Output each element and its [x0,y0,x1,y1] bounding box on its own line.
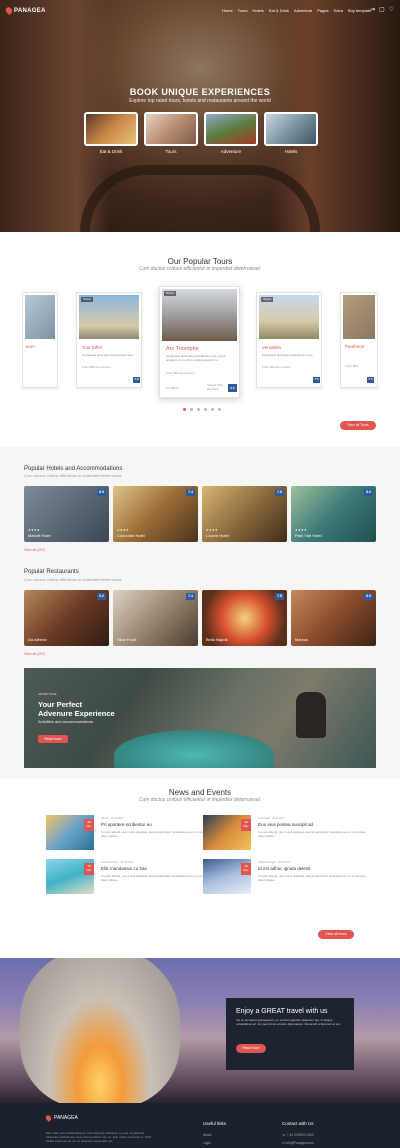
tour-card-featured[interactable]: Historic Arc Triomphe Id placerat tacima… [159,286,240,398]
news-item[interactable]: 28 Dec Admin · 20.11.2017 Pri oportere sc… [46,815,209,850]
view-all-hotels-link[interactable]: View all (157) [24,548,45,552]
hotels-title: Popular Hotels and Accommodations [24,466,123,472]
tour-card[interactable]: Historic Tour Eiffel Id placerat tacimat… [76,292,142,388]
restaurant-card[interactable]: 8.9 Marcus [291,590,376,646]
tours-subtitle: Cum doctus civibus efficiantur in imperd… [138,266,262,272]
news-item[interactable]: 28 Dec Luca Gatti · 20.11.2017 Duo eius p… [203,815,366,850]
restaurant-card[interactable]: 7.4 Slow Food [113,590,198,646]
restaurants-title: Popular Restaurants [24,569,79,575]
hero-subtitle: Explore top rated tours, hotels and rest… [129,98,271,104]
nav-tours[interactable]: Tours [238,8,248,13]
adventure-banner: ADVENTURE Your Perfect Advenure Experien… [24,668,376,768]
news-subtitle: Cum doctus civibus efficiantur in imperd… [138,797,262,803]
view-all-restaurants-link[interactable]: View all (157) [24,652,45,656]
promo-read-more-button[interactable]: Read more [236,1044,266,1053]
news-item[interactable]: 28 Dec Paula Rodrigez · 20.11.2017 Id est… [203,859,366,894]
category-adventure[interactable]: Adventure [204,112,258,154]
lantern-image [20,958,180,1103]
nav-extra[interactable]: Extra [334,8,343,13]
nav-buy-template[interactable]: Buy template [348,8,371,13]
restaurants-subtitle: Cum doctus civibus efficiantur in imperd… [24,577,123,582]
tour-card[interactable]: Pantheon From $54 7.5 [340,292,378,388]
hero: PANAGEA Home Tours Hotels Eat & Drink Ad… [0,0,400,232]
promo-box: Enjoy a GREAT travel with us Ius cu tamq… [226,998,354,1070]
tours-title: Our Popular Tours [167,257,233,266]
hotel-card[interactable]: 7.4 ★★★★ Concorde Hotel [113,486,198,542]
footer: PANAGEA Mea nibh meis philosophia eu. Du… [0,1103,400,1148]
tour-card[interactable]: eum [22,292,58,388]
cart-icon[interactable]: ▢ [379,6,385,13]
hotel-card[interactable]: 7.8 ★★★★ Louvre Hotel [202,486,287,542]
footer-email-link[interactable]: ✉ info@Panagea.com [282,1141,314,1145]
logo[interactable]: PANAGEA [4,5,46,16]
hotels-subtitle: Cum doctus civibus efficiantur in imperd… [24,473,123,478]
restaurant-card[interactable]: 9.2 Da Alfredo [24,590,109,646]
category-tours[interactable]: Tours [144,112,198,154]
news-item[interactable]: 28 Dec Luca Robinson · 20.11.2017 Elitr m… [46,859,209,894]
nav-eat-drink[interactable]: Eat & Drink [269,8,289,13]
nav-adventure[interactable]: Adventure [294,8,312,13]
footer-link-about[interactable]: About [203,1133,211,1137]
footer-logo[interactable]: PANAGEA [44,1114,78,1122]
main-nav: PANAGEA Home Tours Hotels Eat & Drink Ad… [0,5,400,20]
view-all-tours-button[interactable]: View all Tours [340,421,376,430]
category-eat-drink[interactable]: Eat & Drink [84,112,138,154]
pin-icon [4,5,14,16]
login-icon[interactable]: ⇥ [370,6,375,13]
nav-pages[interactable]: Pages [317,8,328,13]
pin-icon [44,1114,53,1122]
hero-title: BOOK UNIQUE EXPERIENCES [129,87,271,97]
category-hotels[interactable]: Hotels [264,112,318,154]
heart-icon[interactable]: ♡ [389,6,394,13]
nav-home[interactable]: Home [222,8,233,13]
carousel-dots[interactable] [183,408,221,411]
nav-hotels[interactable]: Hotels [252,8,263,13]
hotel-card[interactable]: 8.9 ★★★★ Mariott Hotel [24,486,109,542]
news-title: News and Events [168,788,232,797]
promo-section: Enjoy a GREAT travel with us Ius cu tamq… [0,958,400,1103]
view-all-news-button[interactable]: View all news [318,930,354,939]
restaurant-card[interactable]: 7.8 Bella Napoli [202,590,287,646]
tour-card[interactable]: Historic Versailles Id placerat tacimate… [256,292,322,388]
banner-read-more-button[interactable]: Read more [38,735,68,743]
footer-link-login[interactable]: Login [203,1141,211,1145]
hotel-card[interactable]: 8.9 ★★★★ Park Yatt Hotel [291,486,376,542]
